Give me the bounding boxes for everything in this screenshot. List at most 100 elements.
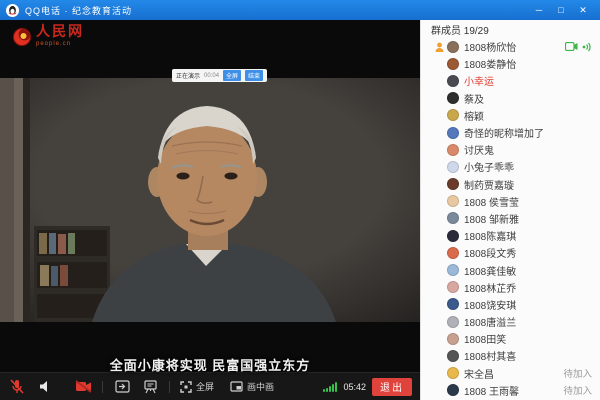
pip-label: 画中画 (247, 380, 274, 393)
member-row[interactable]: 制药贾嘉璇 (421, 176, 600, 193)
member-sidebar: 群成员 19/29 1808杨欣怡 1808娄静怡小幸运蔡及榕颖奇怪的昵称增加了讨… (420, 20, 600, 400)
member-avatar (447, 350, 459, 362)
member-row[interactable]: 小幸运 (421, 72, 600, 89)
peoplecn-logo: 人民网 people.cn (12, 26, 84, 47)
member-count-header: 群成员 19/29 (421, 20, 600, 38)
member-avatar (447, 58, 459, 70)
call-toolbar: 全屏 画中画 05:42 退出 (0, 372, 420, 400)
speaking-audio-icon (582, 42, 592, 52)
member-name: 1808 邹新雅 (464, 211, 519, 226)
fullscreen-icon (180, 381, 192, 393)
close-button[interactable]: ✕ (572, 0, 594, 20)
screen-share-button[interactable] (113, 379, 131, 395)
speaker-button[interactable] (36, 379, 54, 395)
member-status: 待加入 (563, 383, 592, 397)
fullscreen-button[interactable]: 全屏 (180, 380, 214, 393)
member-name: 1808娄静怡 (464, 56, 516, 71)
member-name: 1808杨欣怡 (464, 39, 516, 54)
fullscreen-label: 全屏 (196, 380, 214, 393)
member-name: 1808段文秀 (464, 245, 516, 260)
qq-icon (6, 4, 19, 17)
member-row[interactable]: 榕颖 (421, 107, 600, 124)
pip-button[interactable]: 画中画 (230, 380, 274, 393)
demo-status-text: 正在演示 (176, 71, 200, 80)
microphone-muted-button[interactable] (8, 379, 26, 395)
member-avatar (447, 247, 459, 259)
member-name: 1808陈嘉琪 (464, 228, 516, 243)
member-avatar (447, 161, 459, 173)
member-avatar (447, 127, 459, 139)
member-avatar (447, 281, 459, 293)
member-name: 1808林芷乔 (464, 280, 516, 295)
member-status: 待加入 (563, 366, 592, 380)
qq-call-window: QQ电话 · 纪念教育活动 ─ □ ✕ 正在演示 00:04 全屏 结束 (0, 0, 600, 400)
member-row[interactable]: 1808 邹新雅 (421, 210, 600, 227)
speaking-person-icon (435, 42, 447, 52)
member-avatar (447, 75, 459, 87)
member-name: 宋全昌 (464, 366, 494, 381)
member-row[interactable]: 1808杨欣怡 (421, 38, 600, 55)
member-row[interactable]: 1808陈嘉琪 (421, 227, 600, 244)
member-row[interactable]: 1808龚佳敏 (421, 261, 600, 278)
titlebar[interactable]: QQ电话 · 纪念教育活动 ─ □ ✕ (0, 0, 600, 20)
member-avatar (447, 109, 459, 121)
member-avatar (447, 333, 459, 345)
camera-muted-button[interactable] (74, 379, 92, 395)
member-name: 1808唐溢兰 (464, 314, 516, 329)
member-row[interactable]: 1808 侯雪莹 (421, 193, 600, 210)
peoplecn-logo-text: 人民网 (36, 26, 84, 40)
member-name: 蔡及 (464, 91, 484, 106)
member-media-icons (565, 42, 592, 52)
video-subtitle: 全面小康将实现 民富国强立东方 (0, 355, 420, 374)
member-row[interactable]: 讨厌鬼 (421, 141, 600, 158)
member-avatar (447, 298, 459, 310)
toolbar-divider (102, 381, 103, 393)
member-row[interactable]: 1808林芷乔 (421, 279, 600, 296)
member-name: 小兔子乖乖 (464, 159, 514, 174)
minimize-button[interactable]: ─ (528, 0, 550, 20)
demo-time-text: 00:04 (204, 73, 219, 79)
network-signal-indicator (323, 382, 337, 392)
member-row[interactable]: 1808娄静怡 (421, 55, 600, 72)
member-name: 1808 王雨馨 (464, 383, 519, 398)
maximize-button[interactable]: □ (550, 0, 572, 20)
member-row[interactable]: 1808饶安琪 (421, 296, 600, 313)
video-scene-illustration (0, 78, 420, 322)
member-avatar (447, 316, 459, 328)
member-row[interactable]: 1808唐溢兰 (421, 313, 600, 330)
member-avatar (447, 367, 459, 379)
demo-control-bar[interactable]: 正在演示 00:04 全屏 结束 (172, 69, 267, 82)
demo-end-button[interactable]: 结束 (245, 70, 263, 81)
toolbar-divider (169, 381, 170, 393)
peoplecn-swirl-icon (12, 27, 32, 47)
member-name: 1808 侯雪莹 (464, 194, 519, 209)
member-row[interactable]: 1808段文秀 (421, 244, 600, 261)
member-avatar (447, 212, 459, 224)
exit-call-button[interactable]: 退出 (372, 378, 412, 396)
camera-on-icon (565, 42, 578, 51)
shared-video-frame[interactable] (0, 78, 420, 322)
member-row[interactable]: 小兔子乖乖 (421, 158, 600, 175)
member-avatar (447, 178, 459, 190)
member-avatar (447, 144, 459, 156)
member-avatar (447, 264, 459, 276)
member-avatar (447, 92, 459, 104)
demo-fullscreen-button[interactable]: 全屏 (223, 70, 241, 81)
member-name: 制药贾嘉璇 (464, 177, 514, 192)
member-list[interactable]: 1808杨欣怡 1808娄静怡小幸运蔡及榕颖奇怪的昵称增加了讨厌鬼小兔子乖乖制药贾… (421, 38, 600, 400)
member-row[interactable]: 宋全昌 待加入 (421, 365, 600, 382)
member-name: 奇怪的昵称增加了 (464, 125, 544, 140)
member-name: 1808村其喜 (464, 348, 516, 363)
member-name: 1808饶安琪 (464, 297, 516, 312)
member-row[interactable]: 奇怪的昵称增加了 (421, 124, 600, 141)
member-name: 榕颖 (464, 108, 484, 123)
member-row[interactable]: 蔡及 (421, 90, 600, 107)
member-row[interactable]: 1808 王雨馨 待加入 (421, 382, 600, 399)
member-row[interactable]: 1808田笑 (421, 330, 600, 347)
member-name: 讨厌鬼 (464, 142, 494, 157)
member-row[interactable]: 1808村其喜 (421, 347, 600, 364)
peoplecn-logo-url: people.cn (36, 41, 84, 47)
member-avatar (447, 230, 459, 242)
whiteboard-button[interactable] (141, 379, 159, 395)
window-title: QQ电话 · 纪念教育活动 (25, 4, 132, 17)
